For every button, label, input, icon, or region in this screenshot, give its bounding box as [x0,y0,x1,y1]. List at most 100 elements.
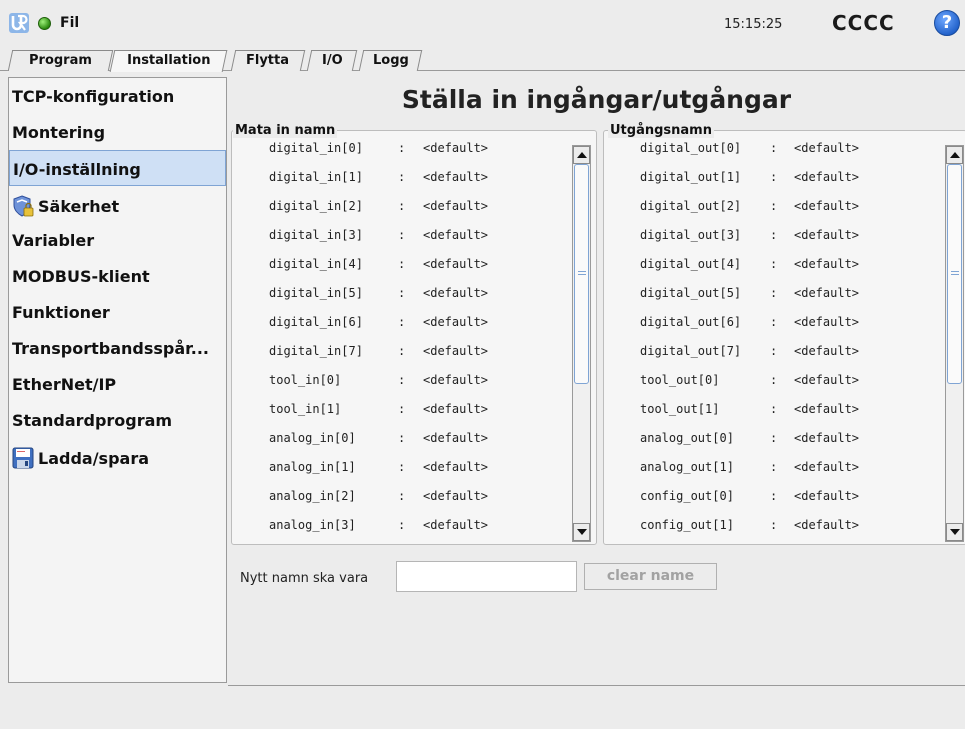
io-name-row[interactable]: digital_in[5]: <default> [232,286,568,315]
io-name-row[interactable]: digital_out[4]: <default> [604,257,940,286]
io-separator: : [770,431,778,445]
page-title: Ställa in ingångar/utgångar [401,85,792,114]
io-custom-name: <default> [423,489,489,503]
sidebar-item-load-save[interactable]: Ladda/spara [9,438,226,474]
ur-logo-icon [9,13,29,33]
io-signal-name: analog_in[3] [269,518,356,532]
io-custom-name: <default> [794,286,860,300]
sidebar-item-modbus-client[interactable]: MODBUS-klient [9,258,226,294]
robot-name: CCCC [832,11,895,35]
io-name-row[interactable]: digital_out[0]: <default> [604,141,940,170]
io-name-row[interactable]: digital_out[2]: <default> [604,199,940,228]
io-signal-name: digital_in[6] [269,315,363,329]
io-name-row[interactable]: analog_in[3]: <default> [232,518,568,544]
io-name-row[interactable]: analog_in[2]: <default> [232,489,568,518]
tab-logg[interactable]: Logg [358,50,423,71]
io-name-row[interactable]: tool_in[1]: <default> [232,402,568,431]
grip-line [951,274,959,275]
io-name-row[interactable]: digital_out[3]: <default> [604,228,940,257]
clear-name-button[interactable]: clear name [584,563,717,590]
io-custom-name: <default> [794,228,860,242]
io-signal-name: digital_in[4] [269,257,363,271]
sidebar-item-safety[interactable]: Säkerhet [9,186,226,222]
io-name-row[interactable]: digital_in[1]: <default> [232,170,568,199]
scroll-up-button[interactable] [573,146,590,164]
io-name-row[interactable]: tool_out[0]: <default> [604,373,940,402]
io-custom-name: <default> [423,141,489,155]
io-signal-name: config_out[0] [640,489,734,503]
io-signal-name: analog_in[0] [269,431,356,445]
grip-line [578,271,586,272]
io-custom-name: <default> [794,489,860,503]
new-name-input[interactable] [396,561,577,592]
io-name-row[interactable]: digital_out[1]: <default> [604,170,940,199]
io-name-row[interactable]: config_out[1]: <default> [604,518,940,544]
scroll-down-button[interactable] [573,523,590,541]
arrow-down-icon [577,529,587,535]
scroll-up-button[interactable] [946,146,963,164]
io-custom-name: <default> [423,373,489,387]
output-names-legend: Utgångsnamn [608,123,714,138]
sidebar-item-features[interactable]: Funktioner [9,294,226,330]
new-name-label: Nytt namn ska vara [240,571,369,586]
io-name-row[interactable]: tool_out[1]: <default> [604,402,940,431]
io-name-row[interactable]: analog_in[1]: <default> [232,460,568,489]
sidebar-item-default-program[interactable]: Standardprogram [9,402,226,438]
io-signal-name: digital_in[1] [269,170,363,184]
arrow-up-icon [950,152,960,158]
sidebar-item-io-setup[interactable]: I/O-inställning [9,150,226,186]
io-name-row[interactable]: digital_in[7]: <default> [232,344,568,373]
io-custom-name: <default> [794,199,860,213]
io-signal-name: digital_in[0] [269,141,363,155]
io-name-row[interactable]: analog_out[1]: <default> [604,460,940,489]
tab-installation[interactable]: Installation [109,50,228,72]
io-name-row[interactable]: config_out[0]: <default> [604,489,940,518]
io-separator: : [398,170,406,184]
output-list-scrollbar[interactable] [945,145,964,542]
io-name-row[interactable]: analog_in[0]: <default> [232,431,568,460]
tab-label: Flytta [246,53,290,68]
io-signal-name: digital_out[4] [640,257,742,271]
io-name-row[interactable]: digital_in[4]: <default> [232,257,568,286]
installation-sidebar: TCP-konfiguration Montering I/O-inställn… [8,77,227,683]
io-separator: : [398,257,406,271]
io-name-row[interactable]: digital_in[0]: <default> [232,141,568,170]
scrollbar-thumb[interactable] [574,164,589,384]
scroll-down-button[interactable] [946,523,963,541]
sidebar-item-mounting[interactable]: Montering [9,114,226,150]
shield-lock-icon [13,195,34,217]
input-list-scrollbar[interactable] [572,145,591,542]
io-name-row[interactable]: digital_in[6]: <default> [232,315,568,344]
io-separator: : [398,518,406,532]
sidebar-item-label: I/O-inställning [13,160,141,179]
io-name-row[interactable]: digital_in[3]: <default> [232,228,568,257]
grip-line [951,271,959,272]
io-separator: : [398,373,406,387]
help-icon[interactable]: ? [934,10,960,36]
io-name-row[interactable]: digital_out[6]: <default> [604,315,940,344]
io-name-row[interactable]: digital_out[7]: <default> [604,344,940,373]
sidebar-item-label: Transportbandsspår... [12,339,209,358]
io-separator: : [398,199,406,213]
tab-label: I/O [321,53,343,68]
io-name-row[interactable]: tool_in[0]: <default> [232,373,568,402]
io-name-row[interactable]: digital_in[2]: <default> [232,199,568,228]
io-custom-name: <default> [423,518,489,532]
file-menu[interactable]: Fil [60,15,79,31]
sidebar-item-tcp-configuration[interactable]: TCP-konfiguration [9,78,226,114]
tab-program[interactable]: Program [7,50,114,71]
sidebar-item-ethernet-ip[interactable]: EtherNet/IP [9,366,226,402]
io-signal-name: digital_out[6] [640,315,742,329]
tab-io[interactable]: I/O [306,50,358,71]
sidebar-item-variables[interactable]: Variabler [9,222,226,258]
input-names-list[interactable]: digital_in[0]: <default> digital_in[1]: <de… [232,131,568,544]
io-signal-name: tool_in[1] [269,402,342,416]
io-custom-name: <default> [794,460,860,474]
sidebar-item-conveyor-tracking[interactable]: Transportbandsspår... [9,330,226,366]
output-names-list[interactable]: digital_out[0]: <default> digital_out[1]: <… [604,131,940,544]
tab-flytta[interactable]: Flytta [230,50,306,71]
io-name-row[interactable]: digital_out[5]: <default> [604,286,940,315]
scrollbar-thumb[interactable] [947,164,962,384]
io-separator: : [398,489,406,503]
io-name-row[interactable]: analog_out[0]: <default> [604,431,940,460]
